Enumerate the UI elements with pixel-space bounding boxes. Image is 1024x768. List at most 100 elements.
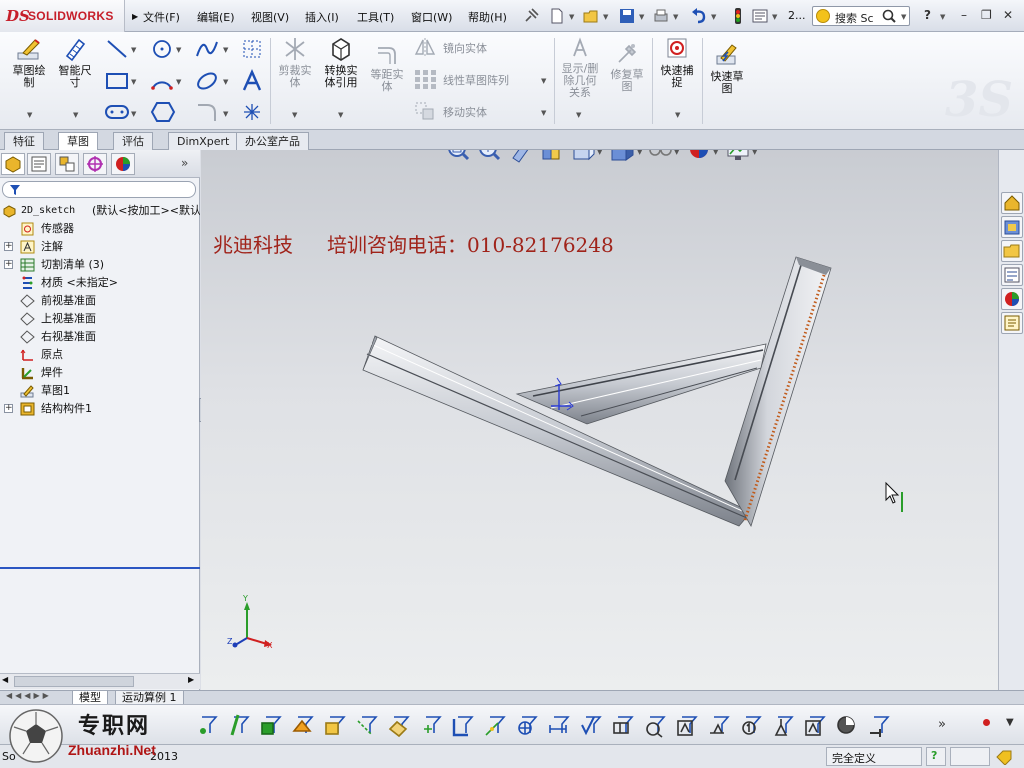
filter-edges-icon[interactable] <box>230 714 250 736</box>
smart-dimension-dropdown-arrow[interactable]: ▼ <box>73 111 78 119</box>
filter-balloons-icon[interactable] <box>742 716 762 735</box>
tree-item-origin[interactable]: 原点 <box>0 346 200 364</box>
ellipse-dropdown-arrow[interactable]: ▼ <box>223 78 228 86</box>
quick-snaps-button[interactable]: 快速捕 捉 <box>655 36 699 89</box>
filter-datum-features-icon[interactable] <box>774 716 794 736</box>
circle-dropdown-arrow[interactable]: ▼ <box>176 46 181 54</box>
toolbar-options-icon[interactable]: ▼ <box>1006 717 1014 728</box>
feature-tree-tab[interactable] <box>1 153 25 175</box>
menu-help[interactable]: 帮助(H) <box>468 9 507 25</box>
restore-icon[interactable]: ❐ <box>981 8 992 22</box>
status-units-cell[interactable] <box>950 747 990 766</box>
convert-dropdown-arrow[interactable]: ▼ <box>338 111 343 119</box>
print-dropdown-arrow[interactable]: ▼ <box>673 13 678 21</box>
menu-insert[interactable]: 插入(I) <box>305 9 339 25</box>
line-dropdown-arrow[interactable]: ▼ <box>131 46 136 54</box>
tree-item-material[interactable]: 材质 <未指定> <box>0 274 200 292</box>
toolbar-overflow[interactable]: 2... <box>788 9 806 22</box>
text-icon[interactable] <box>240 69 264 93</box>
viewport-minimize-icon[interactable]: – <box>940 150 946 151</box>
tab-model[interactable]: 模型 <box>72 691 108 705</box>
filter-planes-icon[interactable] <box>388 716 410 738</box>
fillet-dropdown-arrow[interactable]: ▼ <box>223 110 228 118</box>
help-dropdown-arrow[interactable]: ▼ <box>940 13 945 21</box>
save-icon[interactable] <box>618 7 636 25</box>
tree-item-weldments[interactable]: 焊件 <box>0 364 200 382</box>
sketch-picture-icon[interactable] <box>240 37 264 61</box>
rollback-bar[interactable] <box>0 567 200 569</box>
line-icon[interactable] <box>105 38 129 60</box>
help-icon[interactable]: ? <box>924 8 931 22</box>
linear-pattern-dropdown-arrow[interactable]: ▼ <box>541 77 546 85</box>
mirror-icon[interactable] <box>413 36 437 58</box>
rapid-sketch-button[interactable]: 快速草 图 <box>705 42 749 95</box>
ellipse-icon[interactable] <box>195 70 219 92</box>
point-icon[interactable] <box>242 102 262 122</box>
slot-dropdown-arrow[interactable]: ▼ <box>131 110 136 118</box>
polygon-icon[interactable] <box>150 100 176 124</box>
file-explorer-tab[interactable] <box>1001 240 1023 262</box>
minimize-icon[interactable]: – <box>961 8 967 22</box>
search-box[interactable]: 搜索 Sc ▼ <box>812 6 910 26</box>
dimxpert-manager-tab[interactable] <box>83 153 107 175</box>
expand-icon[interactable]: + <box>4 260 13 269</box>
menu-tools[interactable]: 工具(T) <box>357 9 394 25</box>
print-icon[interactable] <box>652 7 670 25</box>
feature-tree-root[interactable]: 2D_sketch (默认<按加工><默认 <box>0 202 200 220</box>
linear-pattern-icon[interactable] <box>413 68 437 90</box>
tree-item-right-plane[interactable]: 右视基准面 <box>0 328 200 346</box>
filter-notes-icon[interactable] <box>646 716 666 738</box>
spline-icon[interactable] <box>195 38 219 60</box>
scrollbar-thumb[interactable] <box>14 676 134 687</box>
tab-motion-study-1[interactable]: 运动算例 1 <box>115 691 184 705</box>
filter-surface-finish-icon[interactable] <box>581 716 602 736</box>
close-icon[interactable]: ✕ <box>1003 8 1013 22</box>
right-beam[interactable] <box>724 256 832 527</box>
rectangle-icon[interactable] <box>104 70 130 92</box>
search-dropdown-arrow[interactable]: ▼ <box>901 13 906 21</box>
quick-snaps-dropdown-arrow[interactable]: ▼ <box>675 111 680 119</box>
scroll-left-icon[interactable]: ◀ <box>2 675 8 684</box>
filter-text-icon[interactable] <box>677 716 698 736</box>
structural-frame-model[interactable]: Y X Z <box>201 150 998 690</box>
arc-icon[interactable] <box>150 70 174 92</box>
linear-pattern-label[interactable]: 线性草图阵列 <box>443 72 509 88</box>
move-entities-label[interactable]: 移动实体 <box>443 104 487 120</box>
tree-item-sketch1[interactable]: 草图1 <box>0 382 200 400</box>
appearances-tab[interactable] <box>1001 288 1023 310</box>
filter-axes-icon[interactable] <box>357 716 378 736</box>
tab-office-products[interactable]: 办公室产品 <box>236 132 309 150</box>
circle-icon[interactable] <box>150 38 174 60</box>
tab-scroll-arrows[interactable]: ◀◀◀▶▶ <box>6 691 52 700</box>
custom-properties-tab[interactable] <box>1001 312 1023 334</box>
tab-evaluate[interactable]: 评估 <box>113 132 153 150</box>
trim-entities-button[interactable]: 剪裁实 体 <box>274 36 316 89</box>
status-help-icon[interactable]: ? <box>931 749 937 762</box>
rectangle-dropdown-arrow[interactable]: ▼ <box>131 78 136 86</box>
menu-file[interactable]: 文件(F) <box>143 9 180 25</box>
viewport-restore-icon[interactable]: ❐ <box>959 150 969 151</box>
move-entities-icon[interactable] <box>413 100 437 122</box>
filter-solid-bodies-icon[interactable] <box>325 716 346 735</box>
feature-manager-more-icon[interactable]: » <box>181 156 188 170</box>
menu-pin-icon[interactable]: ▶ <box>132 12 138 21</box>
sketch-dropdown-arrow[interactable]: ▼ <box>27 111 32 119</box>
search-input[interactable]: 搜索 Sc <box>835 10 874 26</box>
new-dropdown-arrow[interactable]: ▼ <box>569 13 574 21</box>
display-delete-relations-button[interactable]: 显示/删 除几何 关系 <box>557 36 603 99</box>
offset-entities-button[interactable]: 等距实 体 <box>366 42 408 93</box>
status-tag-icon[interactable] <box>995 749 1013 765</box>
filter-sketch-segments-icon[interactable] <box>452 716 474 737</box>
filter-sketch-points-icon[interactable] <box>424 716 442 733</box>
search-icon[interactable] <box>881 8 897 24</box>
tab-dimxpert[interactable]: DimXpert <box>168 132 239 150</box>
expand-icon[interactable]: + <box>4 404 13 413</box>
configuration-manager-tab[interactable] <box>55 153 79 175</box>
tree-item-cut-list[interactable]: + 切割清单 (3) <box>0 256 200 274</box>
fillet-icon[interactable] <box>195 101 219 123</box>
view-palette-tab[interactable] <box>1001 264 1023 286</box>
save-dropdown-arrow[interactable]: ▼ <box>639 13 644 21</box>
toolbar-more-icon[interactable]: » <box>938 717 946 732</box>
slot-icon[interactable] <box>104 102 130 122</box>
pushpin-icon[interactable] <box>522 7 540 25</box>
